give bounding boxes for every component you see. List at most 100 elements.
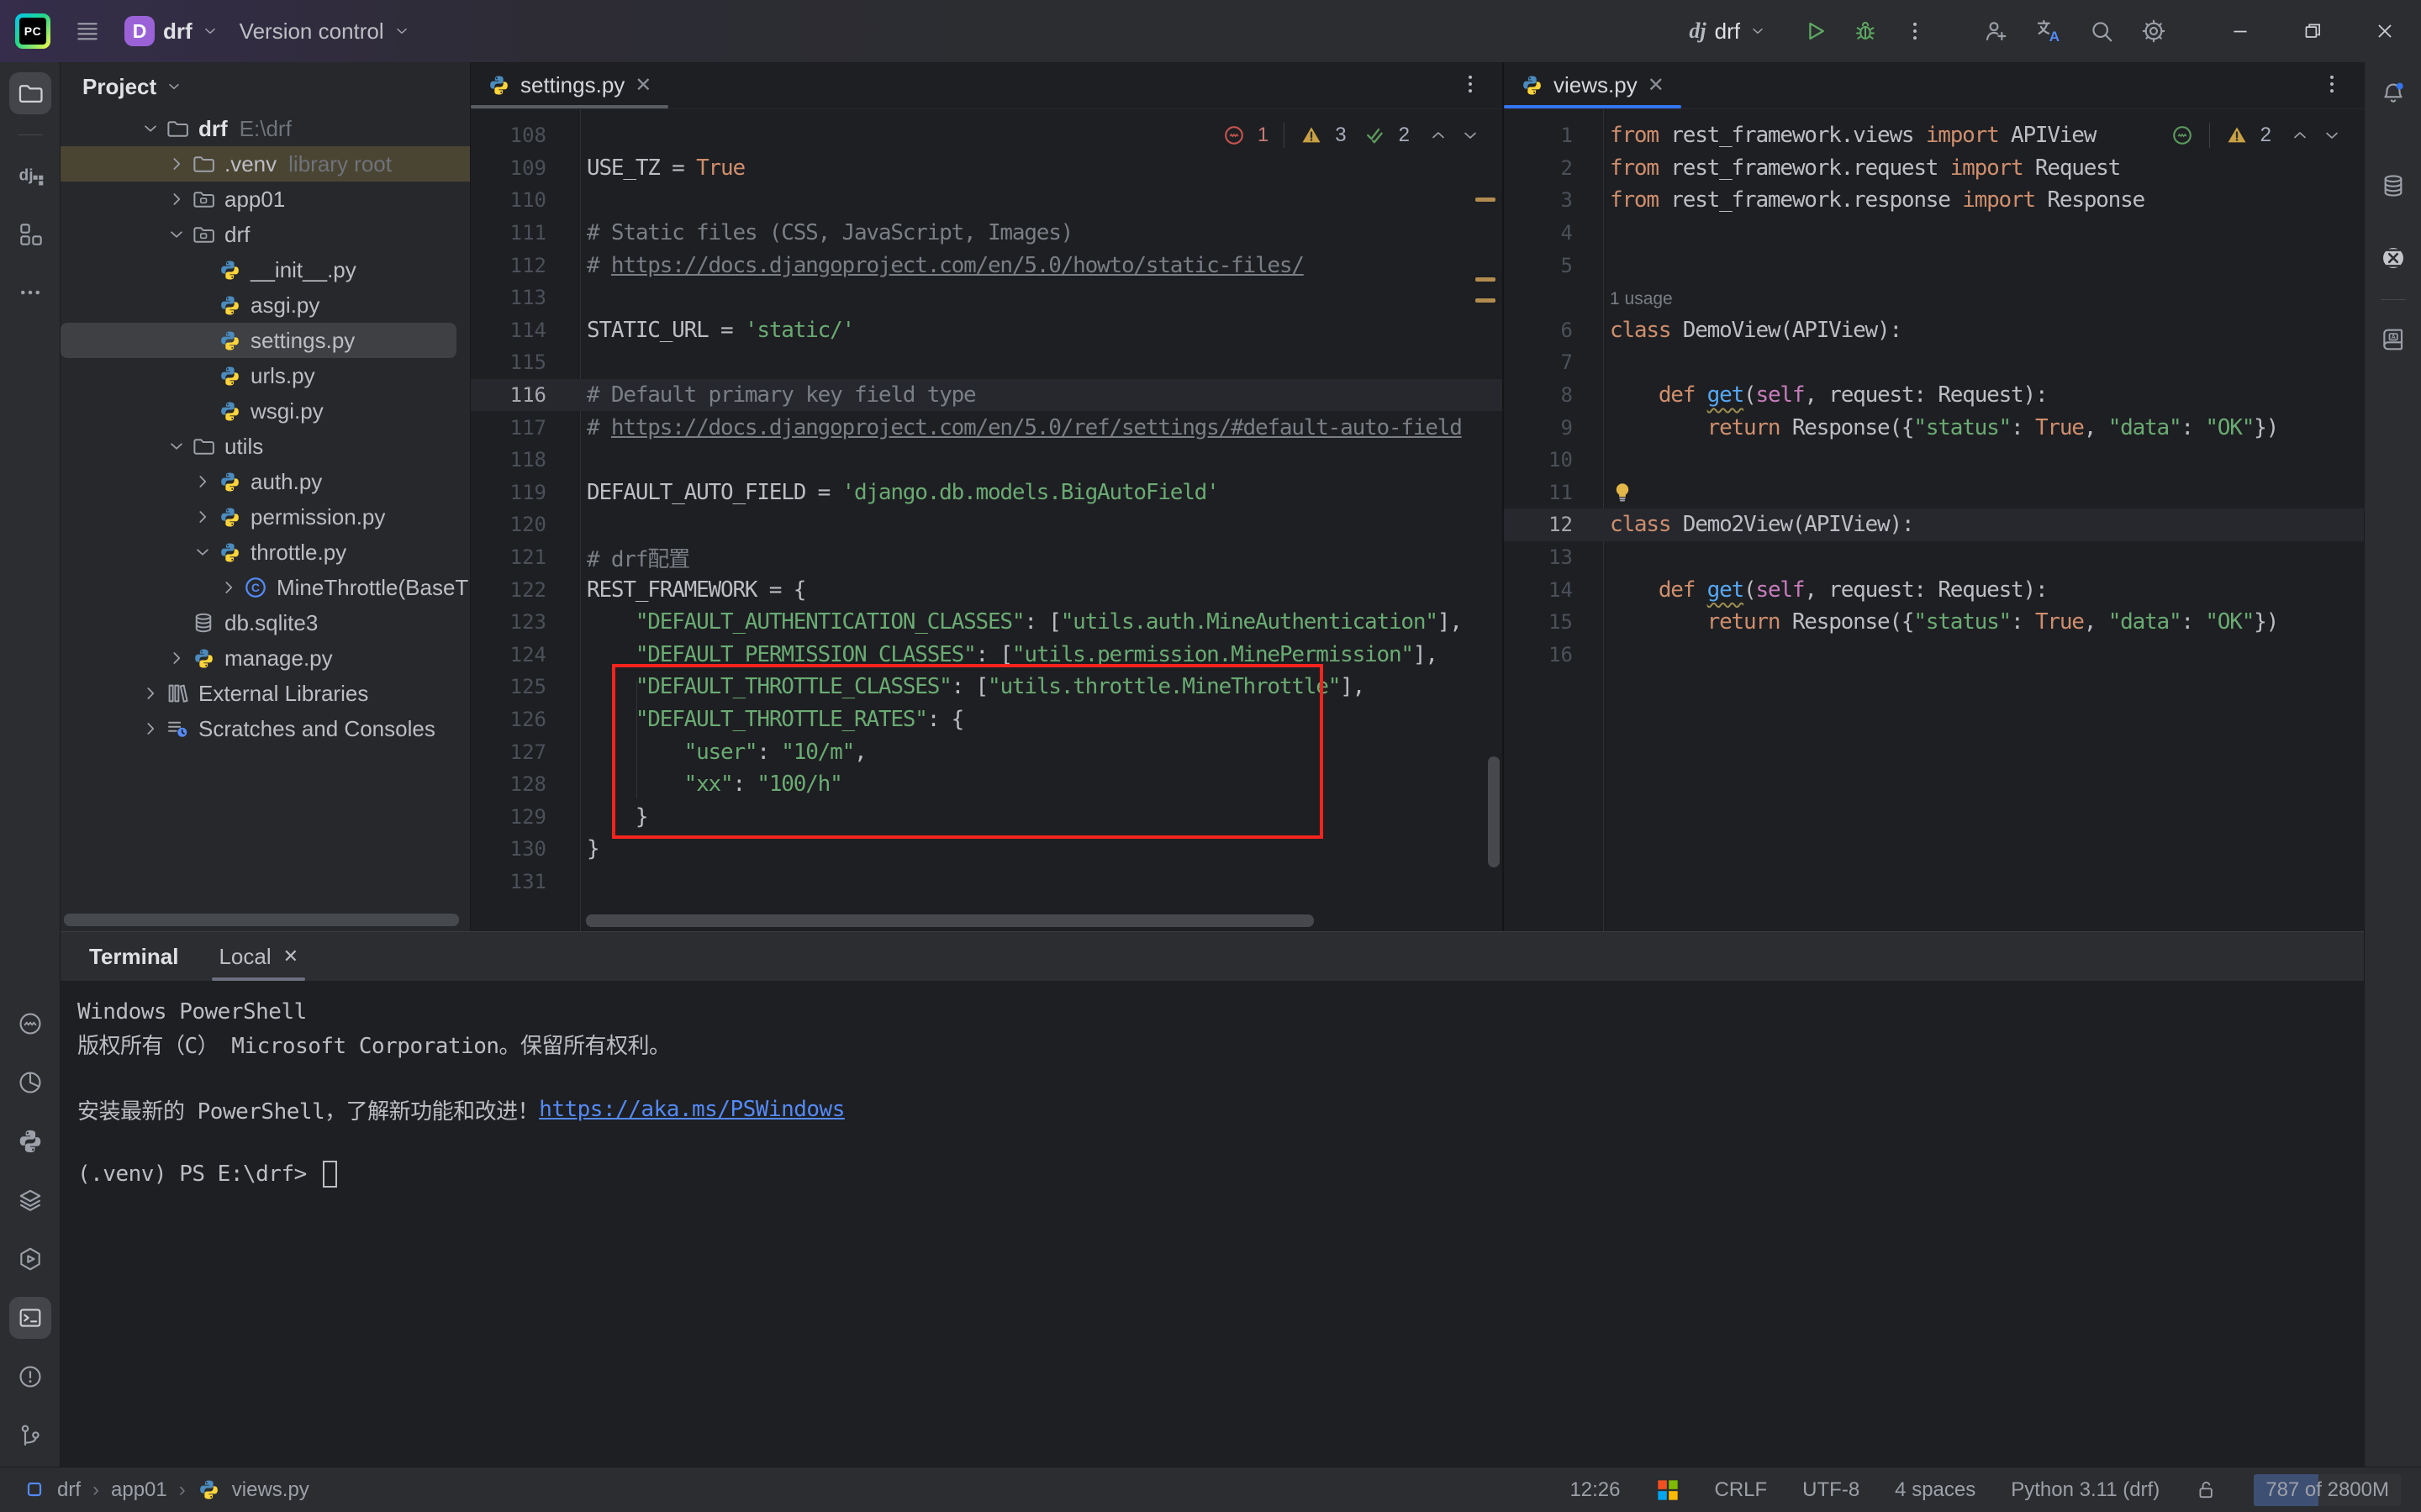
django-structure-tool-button[interactable]: dj [9, 154, 51, 196]
breadcrumb-app01[interactable]: app01 [111, 1478, 167, 1502]
status-indent[interactable]: 4 spaces [1895, 1478, 1975, 1502]
breadcrumb-views-py[interactable]: views.py [232, 1478, 309, 1502]
tree-item-db-sqlite3[interactable]: db.sqlite3 [61, 605, 470, 640]
code-line-3[interactable]: 3from rest_framework.response import Res… [1504, 184, 2364, 217]
code-line-2[interactable]: 2from rest_framework.request import Requ… [1504, 152, 2364, 185]
tree-item-manage-py[interactable]: manage.py [61, 640, 470, 676]
views-editor-body[interactable]: 2 1from rest_framework.views import APIV… [1504, 109, 2364, 931]
usage-inlay-row[interactable]: 1 usage [1504, 282, 2364, 314]
editor-options-icon[interactable] [2320, 72, 2344, 96]
code-with-me-icon[interactable] [1982, 18, 2009, 45]
code-line-118[interactable]: 118 [471, 444, 1502, 477]
tab-close-icon[interactable]: ✕ [1648, 73, 1664, 97]
chevron-right-icon[interactable] [164, 188, 189, 210]
editor-options-icon[interactable] [1458, 72, 1482, 96]
close-button[interactable] [2349, 0, 2421, 62]
tree-item-venv[interactable]: .venvlibrary root [61, 146, 470, 182]
tree-item-app01[interactable]: app01 [61, 182, 470, 217]
version-control-tool-button[interactable] [9, 1415, 51, 1457]
tab-close-icon[interactable]: ✕ [635, 73, 651, 97]
structure-tool-button[interactable] [9, 213, 51, 255]
code-line-120[interactable]: 120 [471, 508, 1502, 541]
chevron-down-icon[interactable] [164, 224, 189, 245]
python-packages-tool-button[interactable] [9, 1179, 51, 1221]
code-line-11[interactable]: 11 [1504, 477, 2364, 509]
tree-item-drf[interactable]: drf [61, 217, 470, 252]
code-line-5[interactable]: 5 [1504, 249, 2364, 282]
run-configuration[interactable]: dj drf [1679, 9, 1777, 53]
tree-item-asgi-py[interactable]: asgi.py [61, 287, 470, 323]
debug-button[interactable] [1853, 18, 1878, 44]
tree-item-scratches-and-consoles[interactable]: Scratches and Consoles [61, 711, 470, 746]
chevron-right-icon[interactable] [164, 153, 189, 175]
search-everywhere-icon[interactable] [2088, 18, 2115, 45]
services-tool-button[interactable] [9, 1238, 51, 1280]
tree-item-init-py[interactable]: __init__.py [61, 252, 470, 287]
tree-item-drf[interactable]: drfE:\drf [61, 111, 470, 146]
code-line-113[interactable]: 113 [471, 282, 1502, 314]
chevron-down-icon[interactable] [190, 541, 215, 563]
memory-indicator[interactable]: 787 of 2800M [2254, 1474, 2401, 1506]
code-line-15[interactable]: 15 return Response({"status": True, "dat… [1504, 606, 2364, 639]
code-line-111[interactable]: 111# Static files (CSS, JavaScript, Imag… [471, 217, 1502, 250]
chevron-down-icon[interactable] [165, 77, 183, 96]
code-line-7[interactable]: 7 [1504, 346, 2364, 379]
code-line-114[interactable]: 114STATIC_URL = 'static/' [471, 314, 1502, 347]
status-line-separator[interactable]: CRLF [1715, 1478, 1768, 1502]
translate-icon[interactable]: A [2034, 17, 2063, 45]
settings-vscrollbar[interactable] [1488, 756, 1500, 867]
maximize-button[interactable] [2276, 0, 2349, 62]
main-menu-icon[interactable] [74, 18, 101, 45]
minimize-button[interactable] [2204, 0, 2276, 62]
profiler-tool-button[interactable] [9, 1062, 51, 1104]
terminal-tool-button[interactable] [9, 1297, 51, 1339]
terminal-output[interactable]: Windows PowerShell版权所有（C） Microsoft Corp… [61, 981, 2364, 1467]
status-interpreter[interactable]: Python 3.11 (drf) [2011, 1478, 2160, 1502]
tree-item-minethrottle-basethrottle[interactable]: CMineThrottle(BaseThrottle) [61, 570, 470, 605]
code-line-12[interactable]: 12class Demo2View(APIView): [1504, 508, 2364, 541]
code-line-110[interactable]: 110 [471, 184, 1502, 217]
next-problem-icon[interactable] [2322, 125, 2342, 145]
code-line-9[interactable]: 9 return Response({"status": True, "data… [1504, 411, 2364, 444]
tree-item-external-libraries[interactable]: External Libraries [61, 676, 470, 711]
chevron-right-icon[interactable] [216, 577, 241, 598]
terminal-title[interactable]: Terminal [89, 944, 178, 970]
stripe-warning-mark[interactable] [1475, 198, 1495, 202]
project-widget[interactable]: D drf [114, 9, 229, 53]
code-line-112[interactable]: 112# https://docs.djangoproject.com/en/5… [471, 249, 1502, 282]
settings-hscrollbar[interactable] [586, 914, 1314, 927]
code-line-123[interactable]: 123 "DEFAULT_AUTHENTICATION_CLASSES": ["… [471, 606, 1502, 639]
terminal-tab-local[interactable]: Local ✕ [203, 932, 314, 981]
code-line-10[interactable]: 10 [1504, 444, 2364, 477]
microsoft-logo-icon[interactable] [1656, 1478, 1680, 1502]
breadcrumb-drf[interactable]: drf [57, 1478, 81, 1502]
inspection-widget[interactable]: 1 3 2 [1222, 123, 1480, 148]
prev-problem-icon[interactable] [2290, 125, 2310, 145]
lock-icon[interactable] [2195, 1478, 2218, 1502]
code-line-116[interactable]: 116# Default primary key field type [471, 379, 1502, 412]
tree-item-utils[interactable]: utils [61, 429, 470, 464]
code-line-131[interactable]: 131 [471, 866, 1502, 898]
notifications-tool-button[interactable] [2372, 72, 2414, 114]
chevron-right-icon[interactable] [138, 682, 163, 704]
chevron-right-icon[interactable] [190, 506, 215, 528]
tree-hscrollbar[interactable] [64, 914, 459, 926]
chevron-right-icon[interactable] [164, 647, 189, 669]
code-line-16[interactable]: 16 [1504, 639, 2364, 672]
chevron-down-icon[interactable] [138, 118, 163, 140]
code-line-119[interactable]: 119DEFAULT_AUTO_FIELD = 'django.db.model… [471, 477, 1502, 509]
plugin-x-tool-button[interactable] [2372, 237, 2414, 279]
code-line-14[interactable]: 14 def get(self, request: Request): [1504, 573, 2364, 606]
code-line-109[interactable]: 109USE_TZ = True [471, 152, 1502, 185]
terminal-link[interactable]: https://aka.ms/PSWindows [539, 1097, 845, 1122]
stripe-warning-mark[interactable] [1475, 277, 1495, 282]
vcs-widget[interactable]: Version control [229, 9, 421, 53]
code-line-13[interactable]: 13 [1504, 541, 2364, 574]
dictionary-tool-button[interactable]: A [2372, 319, 2414, 361]
prev-problem-icon[interactable] [1428, 125, 1448, 145]
intention-bulb-icon[interactable] [1610, 480, 1635, 505]
tab-close-icon[interactable]: ✕ [283, 946, 298, 967]
python-console-tool-button[interactable] [9, 1120, 51, 1162]
chevron-down-icon[interactable] [164, 435, 189, 457]
code-line-121[interactable]: 121# drf配置 [471, 541, 1502, 574]
